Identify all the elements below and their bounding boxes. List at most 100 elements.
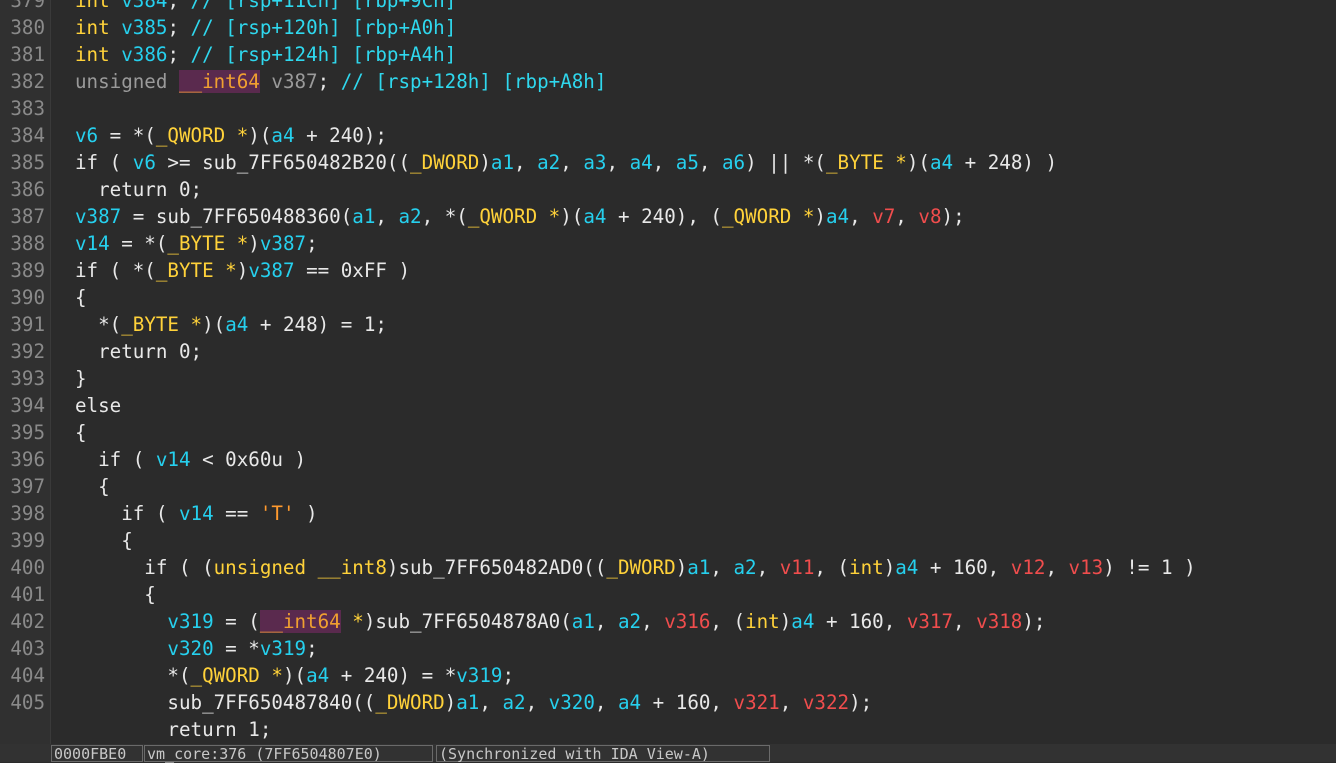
code-token: int <box>849 556 884 579</box>
code-token: a4 <box>583 205 607 228</box>
code-line[interactable]: 399 { <box>0 527 1336 554</box>
code-token: v387 <box>259 232 307 255</box>
code-token: { <box>75 583 156 606</box>
code-text[interactable]: { <box>75 419 87 446</box>
code-token: a2 <box>398 205 422 228</box>
code-token: < 0x60u ) <box>190 448 307 471</box>
code-token: )( <box>560 205 584 228</box>
code-token: *( <box>75 664 191 687</box>
code-text[interactable]: else <box>75 392 121 419</box>
code-token: if ( <box>75 448 156 471</box>
code-text[interactable]: v387 = sub_7FF650488360(a1, a2, *(_QWORD… <box>75 203 965 230</box>
line-number: 391 <box>10 313 45 336</box>
code-token: if ( *( <box>75 259 156 282</box>
code-text[interactable]: if ( v14 == 'T' ) <box>75 500 317 527</box>
code-token: + 240); <box>294 124 387 147</box>
line-number: 390 <box>10 286 45 309</box>
code-line[interactable]: 384 v6 = *(_QWORD *)(a4 + 240); <box>0 122 1336 149</box>
code-line[interactable]: 404 *(_QWORD *)(a4 + 240) = *v319; <box>0 662 1336 689</box>
code-text[interactable]: return 0; <box>75 176 202 203</box>
code-line[interactable]: 402 v319 = (__int64 *)sub_7FF6504878A0(a… <box>0 608 1336 635</box>
code-text[interactable]: if ( v6 >= sub_7FF650482B20((_DWORD)a1, … <box>75 149 1057 176</box>
code-token: _QWORD * <box>721 205 815 228</box>
code-line[interactable]: 387 v387 = sub_7FF650488360(a1, a2, *(_QW… <box>0 203 1336 230</box>
code-token: , ( <box>710 610 746 633</box>
code-line[interactable]: 391 *(_BYTE *)(a4 + 248) = 1; <box>0 311 1336 338</box>
line-number: 398 <box>10 502 45 525</box>
code-token: // [rsp+128h] [rbp+A8h] <box>340 70 607 93</box>
code-token: ; <box>167 16 191 39</box>
code-token: v320 <box>75 637 214 660</box>
code-line[interactable]: 379 int v384; // [rsp+11Ch] [rbp+9Ch] <box>0 0 1336 14</box>
code-text[interactable]: *(_BYTE *)(a4 + 248) = 1; <box>75 311 387 338</box>
code-text[interactable]: } <box>75 365 87 392</box>
code-token: )( <box>282 664 307 687</box>
code-line[interactable]: 400 if ( (unsigned __int8)sub_7FF650482A… <box>0 554 1336 581</box>
code-line[interactable]: 388 v14 = *(_BYTE *)v387; <box>0 230 1336 257</box>
code-line[interactable]: 405 sub_7FF650487840((_DWORD)a1, a2, v32… <box>0 689 1336 716</box>
code-line[interactable]: 403 v320 = *v319; <box>0 635 1336 662</box>
code-line[interactable]: 386 return 0; <box>0 176 1336 203</box>
code-token: // [rsp+11Ch] [rbp+9Ch] <box>190 0 457 12</box>
code-text[interactable]: if ( *(_BYTE *)v387 == 0xFF ) <box>75 257 410 284</box>
code-line[interactable]: 380 int v385; // [rsp+120h] [rbp+A0h] <box>0 14 1336 41</box>
code-text[interactable]: { <box>75 284 87 311</box>
code-text[interactable]: int v386; // [rsp+124h] [rbp+A4h] <box>75 41 456 68</box>
code-line[interactable]: 398 if ( v14 == 'T' ) <box>0 500 1336 527</box>
code-text[interactable]: v6 = *(_QWORD *)(a4 + 240); <box>75 122 387 149</box>
code-line[interactable]: 392 return 0; <box>0 338 1336 365</box>
code-line[interactable]: 383 <box>0 95 1336 122</box>
code-token: + 240) = * <box>329 664 457 687</box>
code-line[interactable]: 396 if ( v14 < 0x60u ) <box>0 446 1336 473</box>
code-token: a4 <box>618 691 642 714</box>
code-text[interactable]: if ( v14 < 0x60u ) <box>75 446 306 473</box>
code-line[interactable]: 397 { <box>0 473 1336 500</box>
code-token: )( <box>248 124 272 147</box>
code-text[interactable]: v320 = *v319; <box>75 635 317 662</box>
code-token: a2 <box>537 151 561 174</box>
code-text[interactable]: return 0; <box>75 338 202 365</box>
code-token: _BYTE * <box>121 313 203 336</box>
code-text[interactable]: if ( (unsigned __int8)sub_7FF650482AD0((… <box>75 554 1195 581</box>
code-text[interactable]: { <box>75 581 156 608</box>
code-line[interactable]: 382 unsigned __int64 v387; // [rsp+128h] … <box>0 68 1336 95</box>
code-text[interactable]: int v384; // [rsp+11Ch] [rbp+9Ch] <box>75 0 456 14</box>
line-number: 381 <box>10 43 45 66</box>
code-token: v386 <box>121 43 168 66</box>
code-line[interactable]: 395 { <box>0 419 1336 446</box>
code-token: ) <box>675 556 688 579</box>
code-text[interactable]: int v385; // [rsp+120h] [rbp+A0h] <box>75 14 456 41</box>
code-line[interactable]: 401 { <box>0 581 1336 608</box>
code-text[interactable]: v319 = (__int64 *)sub_7FF6504878A0(a1, a… <box>75 608 1045 635</box>
code-token: v320 <box>548 691 595 714</box>
code-text[interactable]: unsigned __int64 v387; // [rsp+128h] [rb… <box>75 68 606 95</box>
code-line[interactable]: 390 { <box>0 284 1336 311</box>
code-text[interactable]: return 1; <box>75 716 271 743</box>
code-line[interactable]: 389 if ( *(_BYTE *)v387 == 0xFF ) <box>0 257 1336 284</box>
line-number: 402 <box>10 610 45 633</box>
code-token: = * <box>213 637 260 660</box>
code-token: v6 <box>75 124 99 147</box>
code-text[interactable]: sub_7FF650487840((_DWORD)a1, a2, v320, a… <box>75 689 872 716</box>
code-line[interactable]: 393} <box>0 365 1336 392</box>
code-token: int <box>75 0 122 12</box>
code-text[interactable]: { <box>75 527 133 554</box>
code-token: v319 <box>75 610 214 633</box>
code-line[interactable]: 394 else <box>0 392 1336 419</box>
code-text[interactable]: v14 = *(_BYTE *)v387; <box>75 230 318 257</box>
code-token: _BYTE * <box>155 259 237 282</box>
code-line[interactable]: 381 int v386; // [rsp+124h] [rbp+A4h] <box>0 41 1336 68</box>
code-line[interactable]: return 1; <box>0 716 1336 743</box>
code-token: ; <box>502 664 515 687</box>
pseudocode-view[interactable]: 379 int v384; // [rsp+11Ch] [rbp+9Ch] 380 i… <box>0 0 1336 744</box>
code-text[interactable]: { <box>75 473 110 500</box>
status-bar: 0000FBE0 vm_core:376 (7FF6504807E0) (Syn… <box>0 744 1336 763</box>
code-token: ; <box>167 0 191 12</box>
code-line[interactable]: 385 if ( v6 >= sub_7FF650482B20((_DWORD)a… <box>0 149 1336 176</box>
code-token: ); <box>941 205 965 228</box>
code-token: = ( <box>213 610 260 633</box>
line-number: 395 <box>10 421 45 444</box>
code-token: , <box>849 205 873 228</box>
line-number: 397 <box>10 475 45 498</box>
code-text[interactable]: *(_QWORD *)(a4 + 240) = *v319; <box>75 662 514 689</box>
